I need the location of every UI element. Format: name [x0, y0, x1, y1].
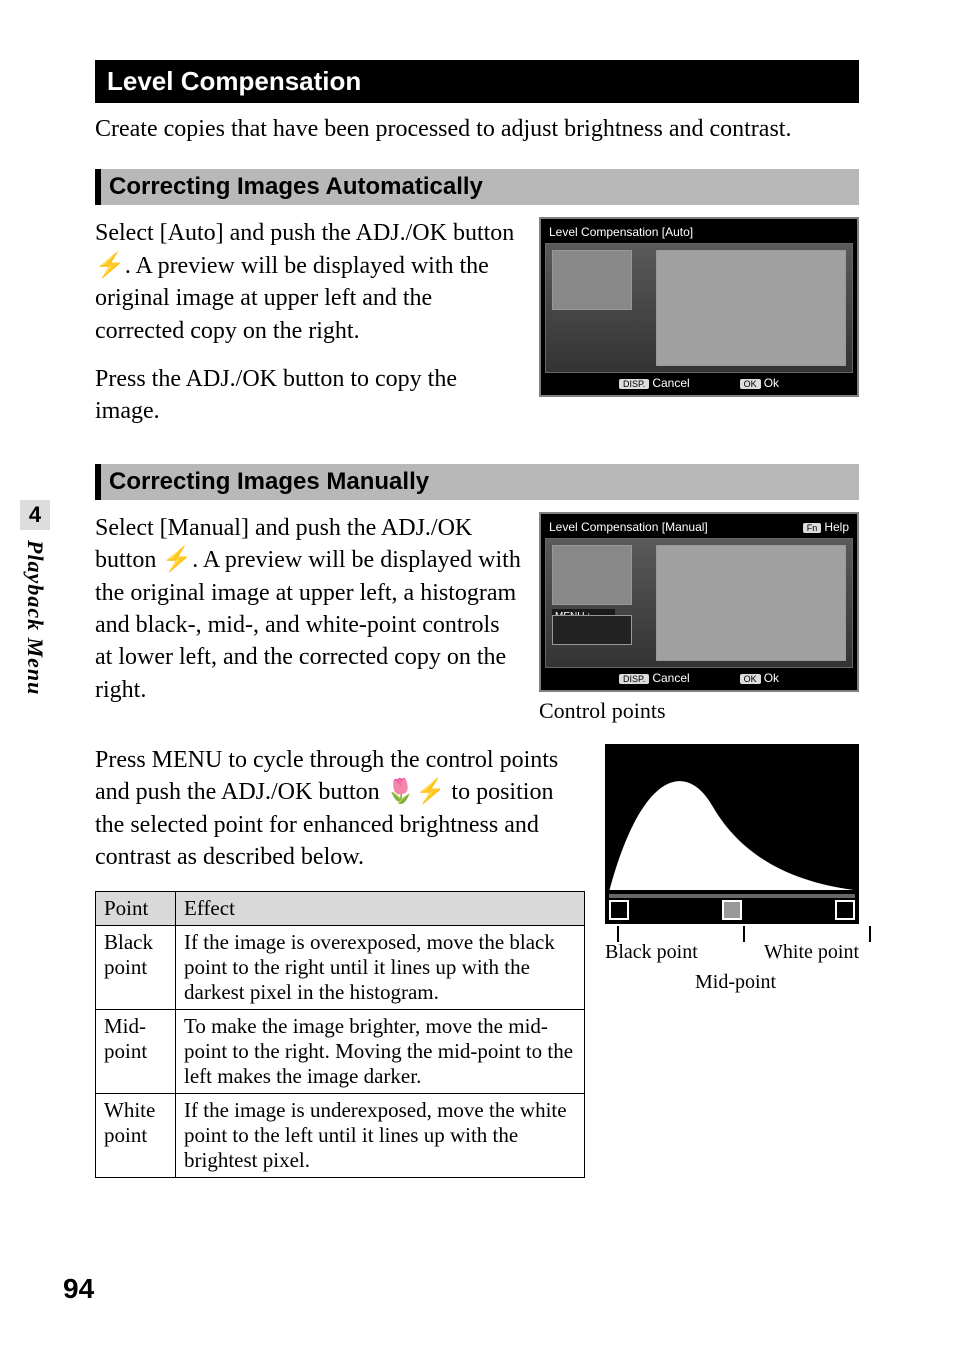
manual-ok-label: OKOk [740, 671, 779, 685]
chapter-number: 4 [20, 500, 50, 530]
label-mid-point: Mid-point [695, 970, 776, 994]
auto-ok-label: OKOk [740, 376, 779, 390]
cell-white-point: White point [96, 1094, 176, 1178]
manual-cancel-label: DISP.Cancel [619, 671, 690, 685]
histogram-figure: Black point Mid-point White point [605, 744, 859, 1000]
white-point-handle-icon [835, 900, 855, 920]
label-white-point: White point [764, 940, 859, 964]
cell-mid-effect: To make the image brighter, move the mid… [176, 1010, 585, 1094]
manual-screenshot: Level Compensation [Manual] FnHelp MENU … [539, 512, 859, 724]
cell-black-point: Black point [96, 926, 176, 1010]
auto-original-thumb [552, 250, 632, 310]
mid-point-handle-icon [722, 900, 742, 920]
menu-cycle-paragraph: Press MENU to cycle through the control … [95, 744, 575, 874]
manual-scr-title: Level Compensation [Manual] [549, 520, 708, 534]
tick-icon [743, 926, 745, 942]
auto-cancel-label: DISP.Cancel [619, 376, 690, 390]
manual-corrected-preview [656, 545, 846, 661]
manual-para-1: Select [Manual] and push the ADJ./OK but… [95, 512, 521, 706]
points-table: Point Effect Black point If the image is… [95, 891, 585, 1178]
intro-paragraph: Create copies that have been processed t… [95, 113, 859, 145]
black-point-handle-icon [609, 900, 629, 920]
side-tab: 4 Playback Menu [20, 500, 50, 695]
auto-screenshot: Level Compensation [Auto] DISP.Cancel OK… [539, 217, 859, 443]
tick-icon [869, 926, 871, 942]
cell-black-effect: If the image is overexposed, move the bl… [176, 926, 585, 1010]
histogram-curve-icon [605, 754, 859, 890]
manual-hist-thumb [552, 615, 632, 645]
table-row: Black point If the image is overexposed,… [96, 926, 585, 1010]
auto-corrected-preview [656, 250, 846, 366]
page-number: 94 [63, 1273, 94, 1305]
table-row: Mid-point To make the image brighter, mo… [96, 1010, 585, 1094]
section-heading: Level Compensation [95, 60, 859, 103]
manual-caption: Control points [539, 698, 859, 724]
manual-help-label: FnHelp [803, 520, 849, 534]
histogram-track [609, 894, 855, 898]
subheading-manual: Correcting Images Manually [95, 464, 859, 500]
label-black-point: Black point [605, 940, 698, 964]
subheading-auto: Correcting Images Automatically [95, 169, 859, 205]
auto-para-1: Select [Auto] and push the ADJ./OK butto… [95, 217, 521, 347]
cell-white-effect: If the image is underexposed, move the w… [176, 1094, 585, 1178]
table-row: White point If the image is underexposed… [96, 1094, 585, 1178]
auto-scr-title: Level Compensation [Auto] [549, 225, 693, 239]
chapter-label: Playback Menu [22, 540, 48, 695]
cell-mid-point: Mid-point [96, 1010, 176, 1094]
auto-para-2: Press the ADJ./OK button to copy the ima… [95, 363, 521, 428]
th-effect: Effect [176, 892, 585, 926]
th-point: Point [96, 892, 176, 926]
manual-original-thumb [552, 545, 632, 605]
